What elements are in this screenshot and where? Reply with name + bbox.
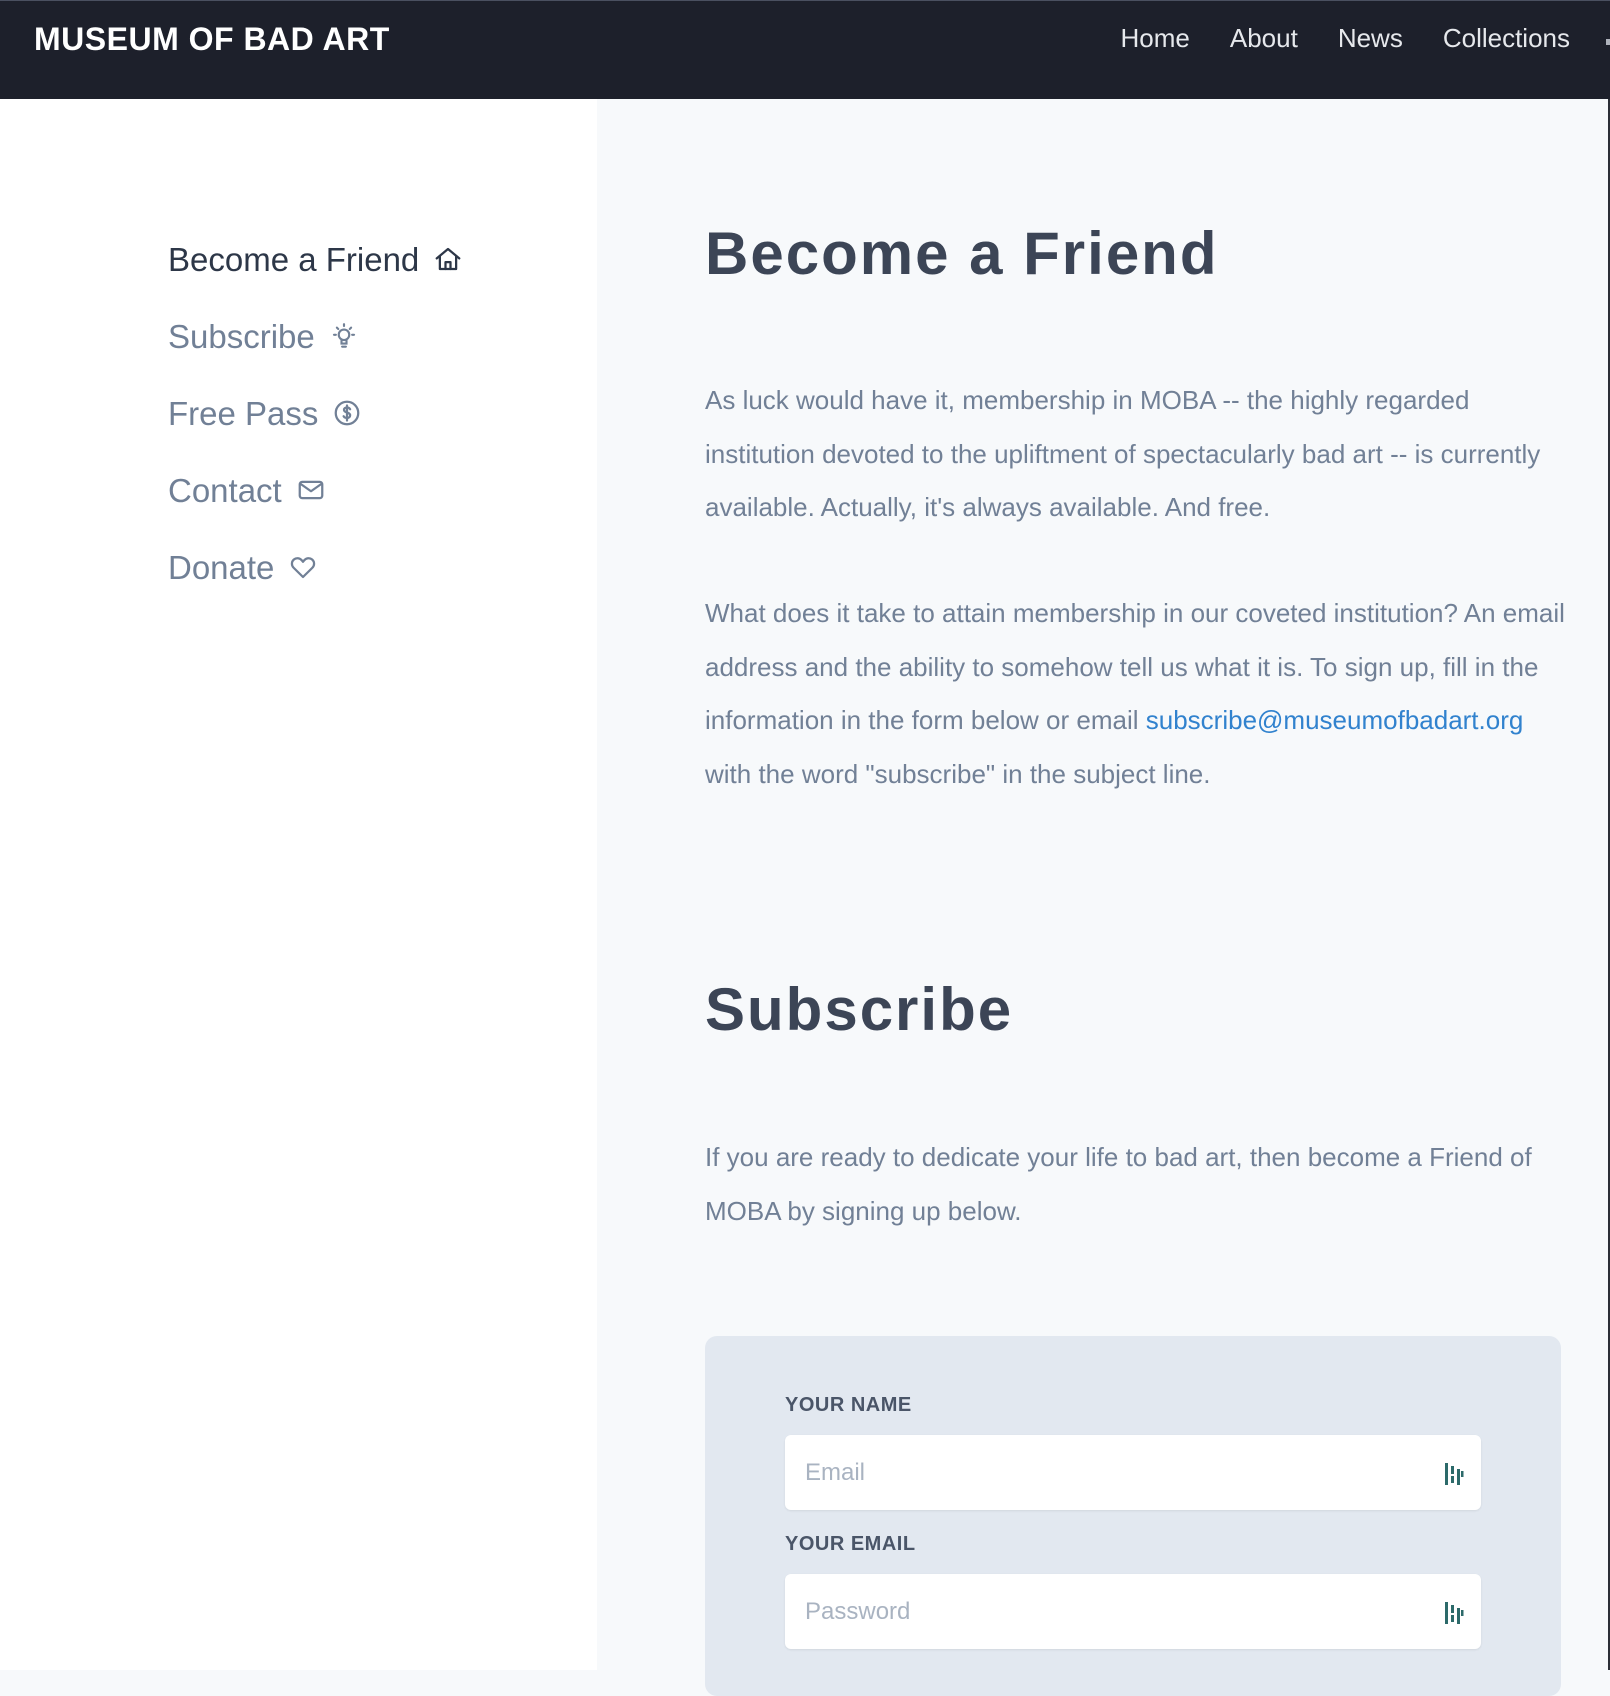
sidebar-item-donate[interactable]: Donate <box>168 529 465 606</box>
sidebar-item-subscribe[interactable]: Subscribe <box>168 298 465 375</box>
mail-icon <box>296 475 328 507</box>
page-title: Become a Friend <box>705 219 1219 288</box>
sidebar: Become a Friend Subscribe Free Pass <box>0 99 597 1670</box>
nav-news[interactable]: News <box>1338 23 1403 63</box>
email-field[interactable] <box>785 1574 1481 1649</box>
sidebar-item-contact[interactable]: Contact <box>168 452 465 529</box>
lightbulb-icon <box>329 321 361 353</box>
subscribe-email-link[interactable]: subscribe@museumofbadart.org <box>1146 705 1524 735</box>
sidebar-item-become-a-friend[interactable]: Become a Friend <box>168 221 465 298</box>
sidebar-item-label: Free Pass <box>168 395 318 433</box>
heart-icon <box>288 552 320 584</box>
name-field[interactable] <box>785 1435 1481 1510</box>
sidebar-item-label: Become a Friend <box>168 241 419 279</box>
password-manager-icon[interactable] <box>1443 1600 1465 1626</box>
name-input[interactable] <box>805 1435 1405 1510</box>
sidebar-item-label: Donate <box>168 549 274 587</box>
sidebar-item-label: Contact <box>168 472 282 510</box>
top-navbar: MUSEUM OF BAD ART Home About News Collec… <box>0 0 1610 99</box>
sidebar-item-free-pass[interactable]: Free Pass <box>168 375 465 452</box>
nav-collections[interactable]: Collections <box>1443 23 1570 63</box>
subscribe-form: YOUR NAME YOUR EMAIL <box>705 1336 1561 1696</box>
email-input[interactable] <box>805 1574 1405 1649</box>
home-icon <box>433 244 465 276</box>
how-to-join-paragraph: What does it take to attain membership i… <box>705 587 1565 801</box>
subscribe-heading: Subscribe <box>705 975 1013 1044</box>
nav-home[interactable]: Home <box>1121 23 1190 63</box>
subscribe-paragraph: If you are ready to dedicate your life t… <box>705 1131 1565 1238</box>
sidebar-menu: Become a Friend Subscribe Free Pass <box>168 221 465 606</box>
how-to-join-suffix: with the word "subscribe" in the subject… <box>705 759 1211 789</box>
nav-about[interactable]: About <box>1230 23 1298 63</box>
site-logo[interactable]: MUSEUM OF BAD ART <box>34 21 390 58</box>
dollar-circle-icon <box>332 398 364 430</box>
sidebar-item-label: Subscribe <box>168 318 315 356</box>
nav-overflow-indicator <box>1606 39 1610 45</box>
email-label: YOUR EMAIL <box>785 1533 916 1556</box>
password-manager-icon[interactable] <box>1443 1461 1465 1487</box>
name-label: YOUR NAME <box>785 1394 912 1417</box>
intro-paragraph: As luck would have it, membership in MOB… <box>705 374 1565 535</box>
main-nav: Home About News Collections <box>1121 23 1610 63</box>
